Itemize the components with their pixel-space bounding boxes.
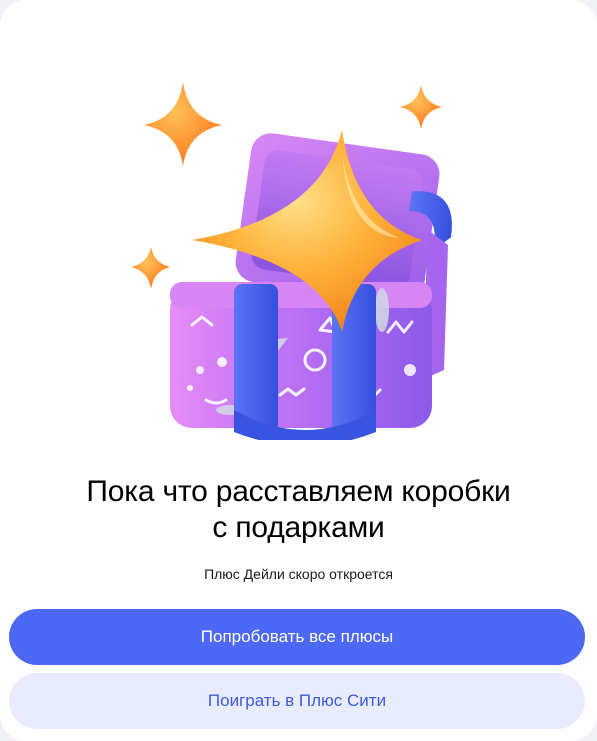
play-plus-city-button-label: Поиграть в Плюс Сити	[207, 691, 387, 710]
small-star-icon	[144, 82, 222, 166]
title-line-2: с подарками	[212, 511, 385, 544]
small-star-icon	[131, 247, 170, 289]
small-star-icon	[400, 85, 442, 129]
title-line-1: Пока что расставляем коробки	[86, 475, 511, 508]
play-plus-city-button[interactable]: Поиграть в Плюс Сити	[9, 673, 585, 729]
try-all-plus-button[interactable]: Попробовать все плюсы	[9, 609, 585, 665]
try-all-plus-button-label: Попробовать все плюсы	[200, 627, 394, 646]
page-title: Пока что расставляем коробки с подарками	[20, 474, 577, 546]
subtitle: Плюс Дейли скоро откроется	[204, 566, 393, 582]
plus-daily-card: Пока что расставляем коробки с подарками…	[0, 0, 597, 741]
gift-box-with-stars-icon	[110, 70, 470, 446]
